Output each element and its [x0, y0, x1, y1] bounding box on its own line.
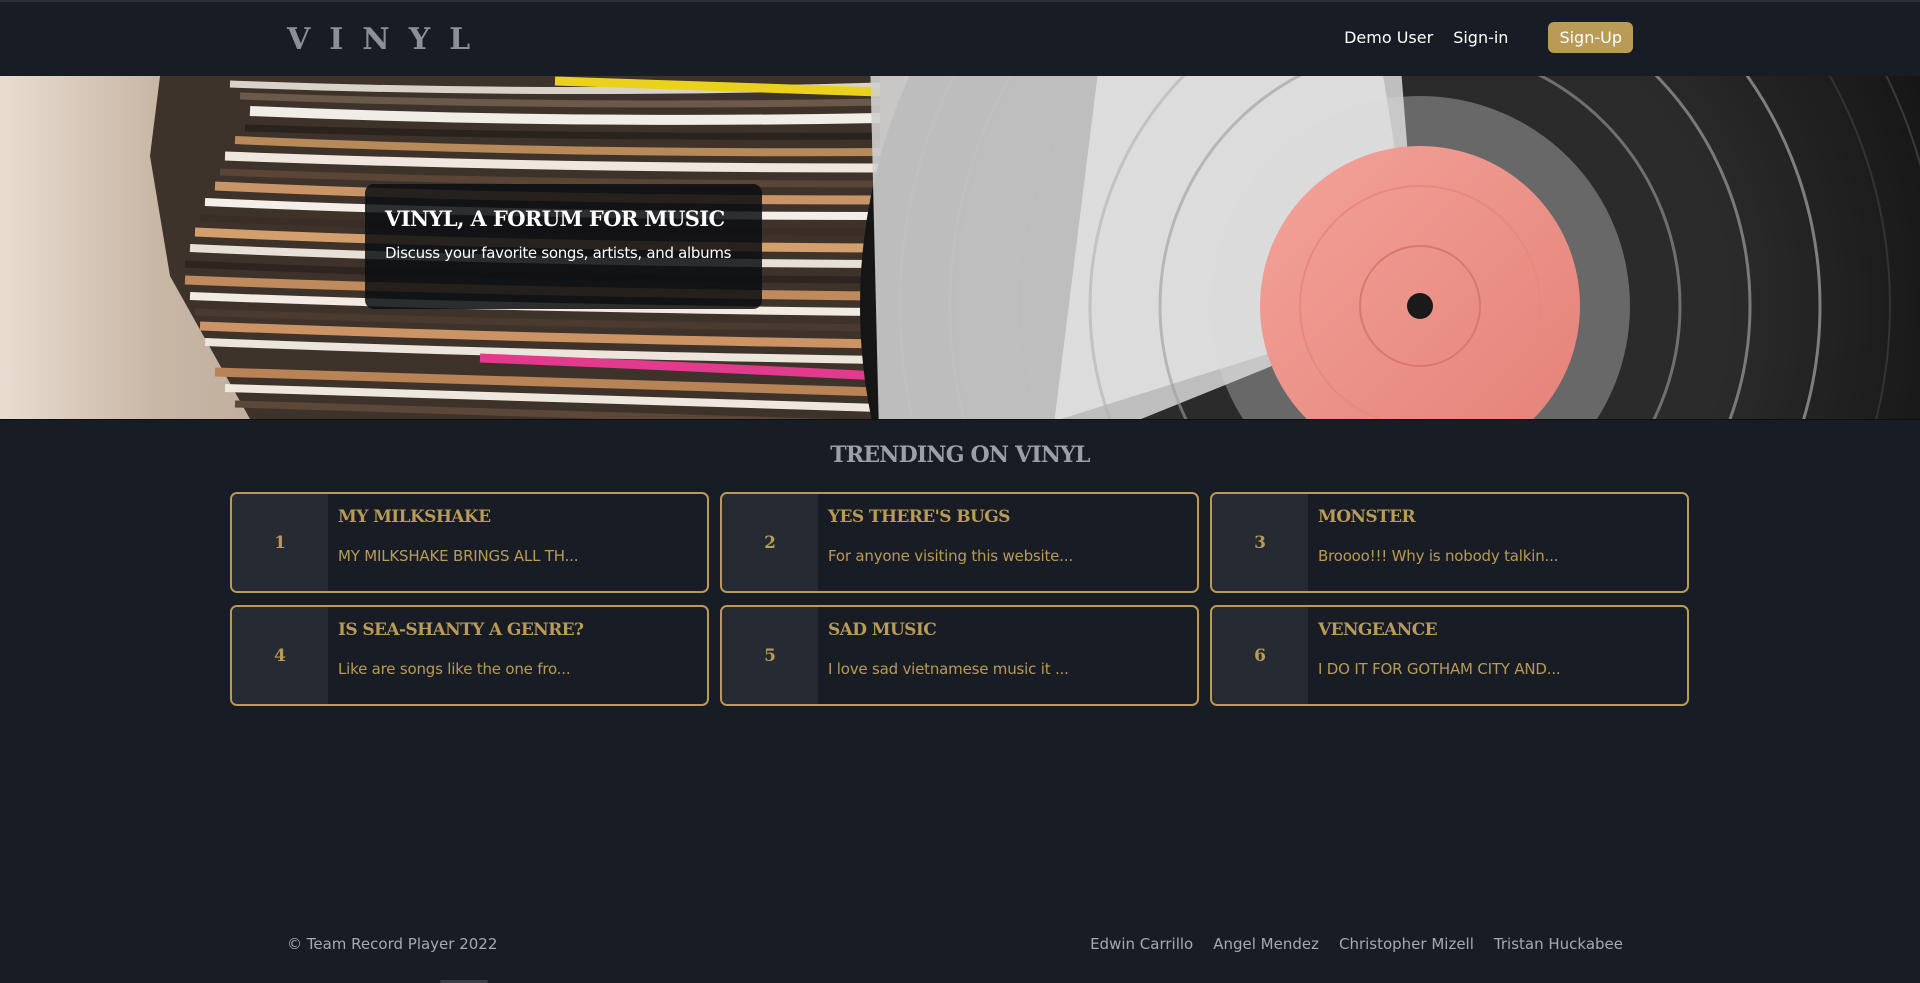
- trending-card[interactable]: 3 MONSTER Broooo!!! Why is nobody talkin…: [1210, 492, 1689, 593]
- nav-links: Demo User Sign-in Sign-Up: [1324, 22, 1633, 53]
- hero-subtitle: Discuss your favorite songs, artists, an…: [385, 244, 732, 262]
- card-title: SAD MUSIC: [828, 620, 937, 640]
- trending-card[interactable]: 6 VENGEANCE I DO IT FOR GOTHAM CITY AND.…: [1210, 605, 1689, 706]
- card-excerpt: Broooo!!! Why is nobody talkin...: [1318, 547, 1559, 565]
- footer-link-tristan-huckabee[interactable]: Tristan Huckabee: [1494, 935, 1623, 953]
- hero-banner: VINYL, A FORUM FOR MUSIC Discuss your fa…: [0, 76, 1920, 419]
- card-excerpt: MY MILKSHAKE BRINGS ALL TH...: [338, 547, 579, 565]
- card-rank: 2: [722, 494, 818, 591]
- card-rank: 1: [232, 494, 328, 591]
- card-rank: 3: [1212, 494, 1308, 591]
- card-title: IS SEA-SHANTY A GENRE?: [338, 620, 584, 640]
- trending-card[interactable]: 5 SAD MUSIC I love sad vietnamese music …: [720, 605, 1199, 706]
- trending-card[interactable]: 1 MY MILKSHAKE MY MILKSHAKE BRINGS ALL T…: [230, 492, 709, 593]
- footer-link-edwin-carrillo[interactable]: Edwin Carrillo: [1090, 935, 1193, 953]
- trending-heading: TRENDING ON VINYL: [830, 442, 1090, 468]
- card-excerpt: Like are songs like the one fro...: [338, 660, 571, 678]
- site-logo[interactable]: VINYL: [287, 22, 489, 57]
- card-rank: 6: [1212, 607, 1308, 704]
- hero-divider: [0, 419, 1920, 420]
- navbar: VINYL Demo User Sign-in Sign-Up: [0, 2, 1920, 76]
- footer-link-christopher-mizell[interactable]: Christopher Mizell: [1339, 935, 1474, 953]
- card-rank: 5: [722, 607, 818, 704]
- card-excerpt: I DO IT FOR GOTHAM CITY AND...: [1318, 660, 1561, 678]
- card-excerpt: I love sad vietnamese music it ...: [828, 660, 1069, 678]
- trending-card[interactable]: 4 IS SEA-SHANTY A GENRE? Like are songs …: [230, 605, 709, 706]
- hero-card: VINYL, A FORUM FOR MUSIC Discuss your fa…: [365, 184, 762, 309]
- footer-link-angel-mendez[interactable]: Angel Mendez: [1213, 935, 1319, 953]
- card-title: YES THERE'S BUGS: [828, 507, 1010, 527]
- card-rank: 4: [232, 607, 328, 704]
- card-title: MY MILKSHAKE: [338, 507, 491, 527]
- footer-team-links: Edwin Carrillo Angel Mendez Christopher …: [1070, 935, 1623, 953]
- card-excerpt: For anyone visiting this website...: [828, 547, 1073, 565]
- footer-copyright: © Team Record Player 2022: [287, 935, 498, 953]
- hero-background-image: [0, 76, 1920, 419]
- sign-in-link[interactable]: Sign-in: [1453, 28, 1508, 47]
- card-title: MONSTER: [1318, 507, 1416, 527]
- card-title: VENGEANCE: [1318, 620, 1438, 640]
- demo-user-link[interactable]: Demo User: [1344, 28, 1433, 47]
- sign-up-button[interactable]: Sign-Up: [1548, 22, 1633, 53]
- trending-card[interactable]: 2 YES THERE'S BUGS For anyone visiting t…: [720, 492, 1199, 593]
- hero-title: VINYL, A FORUM FOR MUSIC: [385, 206, 725, 231]
